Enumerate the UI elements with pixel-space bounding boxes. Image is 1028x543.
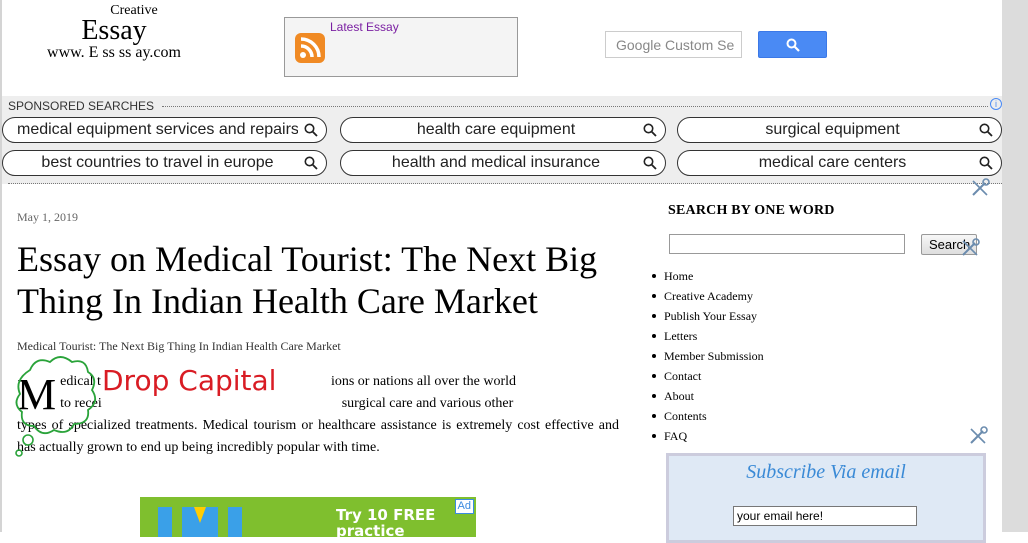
- nav-item-about[interactable]: About: [652, 386, 764, 406]
- thought-cloud-annotation: [15, 356, 97, 457]
- sidebar-search-input[interactable]: [669, 234, 905, 254]
- sponsored-link-label: best countries to travel in europe: [41, 154, 274, 171]
- sponsored-searches: SPONSORED SEARCHES i medical equipment s…: [2, 96, 1002, 184]
- search-icon: [643, 123, 657, 137]
- sponsored-link-5[interactable]: health and medical insurance: [340, 150, 666, 176]
- subscribe-email-input[interactable]: your email here!: [733, 506, 917, 526]
- sponsored-link-2[interactable]: health care equipment: [340, 117, 666, 143]
- info-icon[interactable]: i: [990, 98, 1002, 110]
- rss-icon[interactable]: [295, 33, 325, 63]
- search-icon: [304, 156, 318, 170]
- divider: [8, 183, 1002, 184]
- body-line1-end: ions or nations all over the world: [330, 374, 517, 389]
- ad-banner[interactable]: Try 10 FREE practice problems! Ad: [140, 497, 476, 537]
- nav-item-publish-your-essay[interactable]: Publish Your Essay: [652, 306, 764, 326]
- article-title[interactable]: Essay on Medical Tourist: The Next Big T…: [17, 238, 637, 322]
- sponsored-label: SPONSORED SEARCHES: [8, 99, 159, 113]
- sponsored-link-label: surgical equipment: [765, 121, 900, 138]
- sponsored-link-3[interactable]: surgical equipment: [677, 117, 1002, 143]
- drop-capital-annotation: Drop Capital: [102, 362, 312, 402]
- logo-line-essay: Essay: [81, 15, 147, 46]
- wrench-screwdriver-icon[interactable]: [960, 238, 980, 258]
- sponsored-link-4[interactable]: best countries to travel in europe: [2, 150, 327, 176]
- scrollbar-track[interactable]: [1002, 0, 1028, 532]
- nav-item-contact[interactable]: Contact: [652, 366, 764, 386]
- nav-item-creative-academy[interactable]: Creative Academy: [652, 286, 764, 306]
- nav-item-contents[interactable]: Contents: [652, 406, 764, 426]
- sponsored-link-1[interactable]: medical equipment services and repairs: [2, 117, 327, 143]
- nav-item-home[interactable]: Home: [652, 266, 764, 286]
- search-icon: [786, 38, 800, 52]
- post-date: May 1, 2019: [17, 210, 78, 224]
- sponsored-link-label: medical care centers: [758, 154, 907, 171]
- sidebar-nav: Home Creative Academy Publish Your Essay…: [652, 266, 764, 446]
- latest-essay-link[interactable]: Latest Essay: [330, 20, 399, 34]
- divider: [162, 106, 988, 107]
- search-icon: [304, 123, 318, 137]
- search-icon: [979, 123, 993, 137]
- ad-text-line2: practice problems!: [336, 522, 405, 537]
- sponsored-link-label: health care equipment: [416, 121, 576, 138]
- google-search-button[interactable]: [758, 31, 827, 58]
- search-icon: [643, 156, 657, 170]
- body-rest: types of specialized treatments. Medical…: [17, 418, 619, 455]
- ad-choices-badge[interactable]: Ad: [454, 499, 474, 514]
- wrench-screwdriver-icon[interactable]: [968, 426, 988, 446]
- sponsored-link-label: medical equipment services and repairs: [17, 121, 298, 138]
- latest-essay-widget[interactable]: Latest Essay: [284, 17, 518, 77]
- body-line2-end: surgical care and various other: [341, 396, 514, 411]
- wrench-screwdriver-icon[interactable]: [970, 178, 990, 198]
- subscribe-title: Subscribe Via email: [746, 461, 906, 483]
- nav-item-faq[interactable]: FAQ: [652, 426, 764, 446]
- nav-item-member-submission[interactable]: Member Submission: [652, 346, 764, 366]
- subscribe-via-email-box: Subscribe Via email your email here!: [666, 453, 986, 543]
- search-icon: [979, 156, 993, 170]
- search-by-one-word-heading: SEARCH BY ONE WORD: [668, 203, 835, 218]
- sponsored-link-6[interactable]: medical care centers: [677, 150, 1002, 176]
- site-logo[interactable]: Creative Essay www. E ss ss ay.com: [44, 4, 184, 68]
- google-search-input[interactable]: Google Custom Se: [605, 31, 742, 58]
- logo-url: www. E ss ss ay.com: [47, 44, 181, 61]
- sponsored-link-label: health and medical insurance: [391, 154, 601, 171]
- nav-item-letters[interactable]: Letters: [652, 326, 764, 346]
